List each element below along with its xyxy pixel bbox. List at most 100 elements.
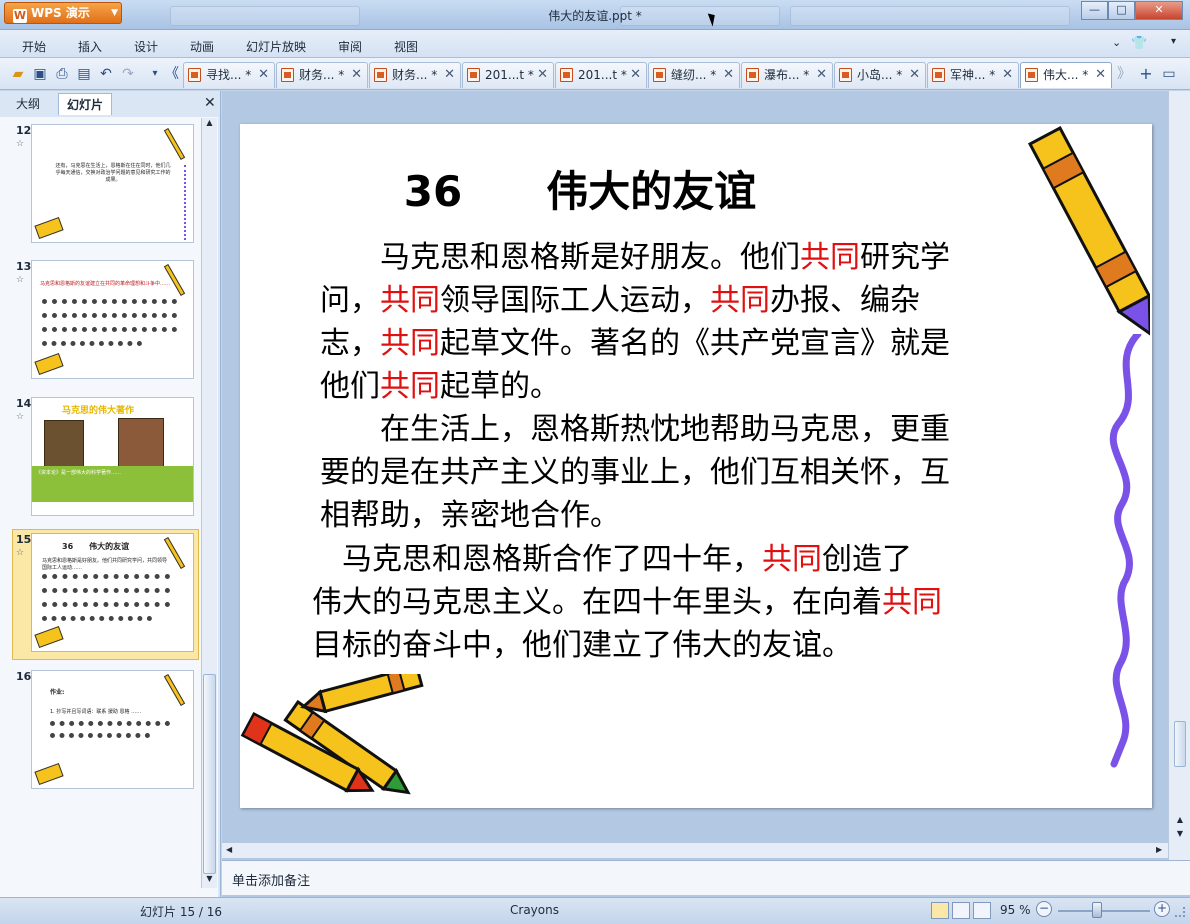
slide-thumbnail-12[interactable]: 还有，马克思在生活上，恩格斯在住在同时，他们几乎每天通信，交换对政治学问题的意见… [31, 124, 194, 243]
close-button[interactable]: ✕ [1135, 1, 1183, 20]
print-icon[interactable]: ⎙ [53, 65, 71, 83]
text-line: 志，共同起草文件。著名的《共产党宣言》就是 [320, 322, 950, 365]
editor-vertical-scrollbar[interactable]: ▲ ▼ [1168, 91, 1190, 860]
theme-name: Crayons [510, 903, 559, 917]
slide-paragraph[interactable]: 马克思和恩格斯合作了四十年，共同创造了 伟大的马克思主义。在四十年里头，在向着共同… [312, 538, 942, 667]
thumbnail-text: 马克思和恩格斯是好朋友。他们共同研究学问，共同领导国际工人运动…… [42, 558, 168, 571]
slide-thumbnail-14[interactable]: 马克思的伟大著作 《资本论》是一部伟大的科学著作…… [31, 397, 194, 516]
normal-view-icon[interactable] [931, 902, 949, 919]
close-icon[interactable]: ✕ [258, 63, 269, 87]
slideshow-icon[interactable] [973, 902, 991, 919]
tab-slides[interactable]: 幻灯片 [58, 93, 113, 115]
slide-paragraph[interactable]: 马克思和恩格斯是好朋友。他们共同研究学 问，共同领导国际工人运动，共同办报、编杂志… [320, 236, 950, 408]
text-run: 办报、编杂 [770, 283, 920, 318]
close-icon[interactable]: ✕ [816, 63, 827, 87]
notes-pane[interactable]: 单击添加备注 [222, 860, 1190, 895]
slide-thumbnail-15[interactable]: 36 伟大的友谊 马克思和恩格斯是好朋友。他们共同研究学问，共同领导国际工人运动… [31, 533, 194, 652]
slide-thumbnail-16[interactable]: 作业: 1. 抄写并且写词语：联系 援助 恩格 …… [31, 670, 194, 789]
tab-outline[interactable]: 大纲 [8, 93, 48, 115]
doc-tab[interactable]: 军神... * ✕ [927, 62, 1019, 88]
notes-placeholder[interactable]: 单击添加备注 [232, 870, 310, 889]
ppt-file-icon [281, 68, 294, 82]
slide-sorter-icon[interactable] [952, 902, 970, 919]
scroll-left-icon[interactable]: ◀ [226, 845, 232, 854]
redo-icon[interactable]: ↷ [119, 65, 137, 83]
new-tab-icon[interactable]: + [1137, 65, 1155, 83]
close-icon[interactable]: ✕ [1095, 63, 1106, 87]
close-icon[interactable]: ✕ [630, 63, 641, 87]
scroll-right-icon[interactable]: ▶ [1156, 845, 1162, 854]
zoom-slider-handle[interactable] [1092, 902, 1102, 918]
doc-tab[interactable]: 瀑布... * ✕ [741, 62, 833, 88]
doc-tab-active[interactable]: 伟大... * ✕ [1020, 62, 1112, 88]
thumbnail-heading: 马克思的伟大著作 [62, 406, 135, 416]
menu-insert[interactable]: 插入 [78, 38, 102, 55]
maximize-button[interactable]: □ [1108, 1, 1135, 20]
menu-animation[interactable]: 动画 [190, 38, 214, 55]
doc-tab[interactable]: 缝纫... * ✕ [648, 62, 740, 88]
tabs-right-icon[interactable]: 》 [1115, 65, 1133, 83]
print-preview-icon[interactable]: ▤ [75, 65, 93, 83]
doc-tab-label: 军神... * [950, 68, 996, 82]
text-run: 他们 [320, 369, 380, 404]
zoom-out-icon[interactable]: − [1036, 901, 1052, 917]
text-lines-decoration [42, 602, 170, 607]
doc-tab[interactable]: 财务... * ✕ [369, 62, 461, 88]
save-icon[interactable]: ▣ [31, 65, 49, 83]
doc-tab[interactable]: 201...t * ✕ [555, 62, 647, 88]
next-slide-icon[interactable]: ▼ [1174, 829, 1186, 838]
scroll-up-icon[interactable]: ▲ [204, 118, 215, 132]
close-icon[interactable]: ✕ [537, 63, 548, 87]
doc-tab[interactable]: 201...t * ✕ [462, 62, 554, 88]
close-icon[interactable]: ✕ [909, 63, 920, 87]
slide-paragraph[interactable]: 在生活上，恩格斯热忱地帮助马克思，更重 要的是在共产主义的事业上，他们互相关怀，互… [320, 408, 950, 537]
text-line: 伟大的马克思主义。在四十年里头，在向着共同 [312, 581, 942, 624]
crayons-icon [240, 674, 424, 795]
crayons-icon [34, 216, 64, 240]
panel-tabs: 大纲 幻灯片 ✕ [4, 91, 218, 115]
resize-grip-icon[interactable] [1175, 907, 1185, 917]
editor-horizontal-scrollbar[interactable]: ◀ ▶ [222, 842, 1168, 858]
text-lines-decoration [50, 721, 170, 726]
doc-tab[interactable]: 小岛... * ✕ [834, 62, 926, 88]
close-icon[interactable]: ✕ [444, 63, 455, 87]
text-line: 相帮助，亲密地合作。 [320, 494, 950, 537]
zoom-in-icon[interactable]: + [1154, 901, 1170, 917]
menu-design[interactable]: 设计 [134, 38, 158, 55]
doc-tab[interactable]: 寻找... * ✕ [183, 62, 275, 88]
thumbnail-scrollbar[interactable]: ▲ ▼ [201, 118, 217, 888]
tab-list-icon[interactable]: ▭ [1160, 65, 1178, 83]
close-icon[interactable]: ✕ [723, 63, 734, 87]
slide-thumbnail-13[interactable]: 马克思和恩格斯的友谊建立在共同的革命理想和斗争中…… [31, 260, 194, 379]
doc-tab[interactable]: 财务... * ✕ [276, 62, 368, 88]
scroll-down-icon[interactable]: ▼ [204, 874, 215, 888]
zoom-slider[interactable] [1058, 910, 1150, 912]
chevron-down-icon[interactable]: ▾ [1171, 36, 1176, 47]
slide-title[interactable]: 36 伟大的友谊 [240, 158, 920, 219]
crayons-icon [34, 762, 64, 786]
slide-number: 12 [16, 124, 32, 137]
app-menu-button[interactable]: W WPS 演示 ▼ [4, 2, 122, 24]
slide-number: 13 [16, 260, 32, 273]
menu-start[interactable]: 开始 [22, 38, 46, 55]
menu-view[interactable]: 视图 [394, 38, 418, 55]
close-icon[interactable]: ✕ [351, 63, 362, 87]
tabs-left-icon[interactable]: 《 [163, 65, 181, 83]
minimize-button[interactable]: — [1081, 1, 1108, 20]
scroll-thumb[interactable] [1174, 721, 1186, 767]
open-icon[interactable]: ▰ [9, 65, 27, 83]
customize-icon[interactable]: ▾ [146, 65, 164, 83]
animation-star-icon: ☆ [16, 548, 25, 558]
close-icon[interactable]: ✕ [1002, 63, 1013, 87]
scroll-thumb[interactable] [203, 674, 216, 874]
previous-slide-icon[interactable]: ▲ [1174, 815, 1186, 824]
window-title: 伟大的友谊.ppt * [548, 9, 642, 23]
undo-icon[interactable]: ↶ [97, 65, 115, 83]
skin-icon[interactable]: 👕 [1131, 36, 1147, 51]
close-icon[interactable]: ✕ [204, 95, 216, 111]
text-run: 马克思和恩格斯合作了四十年， [312, 542, 762, 577]
text-run: 问， [320, 283, 380, 318]
menu-review[interactable]: 审阅 [338, 38, 362, 55]
chevron-down-icon[interactable]: ⌄ [1112, 36, 1121, 49]
menu-slideshow[interactable]: 幻灯片放映 [246, 38, 306, 55]
